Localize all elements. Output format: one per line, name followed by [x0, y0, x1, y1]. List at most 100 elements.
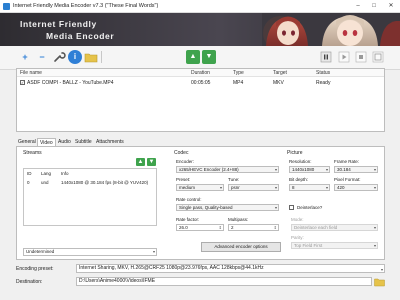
file-row-duration: 00:05:05 [191, 80, 211, 86]
title-bar: Internet Friendly Media Encoder v7.3 ("T… [0, 0, 400, 13]
chevron-down-icon: ▾ [274, 167, 277, 172]
add-file-button[interactable]: + [18, 50, 32, 64]
encoder-value: x265/HEVC Encoder (2.4+88) [179, 167, 239, 172]
streams-group-label: Streams [23, 150, 42, 156]
chevron-down-icon: ▾ [373, 185, 376, 190]
codec-group-label: Codec [174, 150, 189, 156]
rate-control-select[interactable]: Single pass, Quality-based ▾ [176, 204, 279, 211]
chevron-down-icon: ▾ [325, 185, 328, 190]
stream-row-lang[interactable]: und [41, 180, 49, 185]
column-header-type[interactable]: Type [233, 70, 244, 76]
chevron-down-icon: ▾ [152, 249, 155, 254]
destination-label: Destination: [16, 279, 43, 285]
advanced-encoder-options-button[interactable]: Advanced encoder options [201, 242, 281, 252]
parity-value: Top Field First [294, 243, 323, 248]
pixel-format-label: Pixel Format: [334, 177, 361, 182]
encoding-preset-value: Internet Sharing, MKV, H.265@CRF25 1080p… [79, 265, 264, 271]
banner-character-art [262, 13, 400, 46]
deinterlace-checkbox[interactable] [289, 205, 294, 210]
play-icon[interactable] [337, 50, 351, 64]
preset-value: medium [179, 185, 196, 190]
info-icon[interactable]: i [68, 50, 82, 64]
frame-rate-label: Frame Rate: [334, 159, 360, 164]
video-settings-panel: Streams ▲ ▼ ID Lang Info 0 und 1440x1080… [16, 146, 385, 260]
maximize-button[interactable]: □ [368, 2, 380, 11]
move-up-button[interactable]: ▲ [186, 50, 200, 64]
preset-label: Preset: [176, 177, 191, 182]
stream-language-select[interactable]: Undetermined ▾ [23, 248, 157, 256]
file-row-name[interactable]: ASDF COMPI - BALLZ - YouTube.MP4 [27, 80, 114, 86]
toolbar: + − i ▲ ▼ [0, 46, 400, 70]
pixel-format-select[interactable]: 420 ▾ [334, 184, 378, 191]
parity-select[interactable]: Top Field First ▾ [291, 242, 378, 249]
stop-icon[interactable] [354, 50, 368, 64]
multipass-label: Multipass: [228, 217, 249, 222]
banner-title-line2: Media Encoder [46, 31, 115, 41]
destination-input[interactable]: D:\Users\Anime4000\Videos\IFME [76, 277, 372, 286]
preset-select[interactable]: medium ▾ [176, 184, 224, 191]
close-button[interactable]: ✕ [385, 2, 397, 11]
folder-icon[interactable] [84, 50, 98, 64]
file-queue-list[interactable]: File name Duration Type Target Status ✓ … [16, 68, 385, 132]
deinterlace-mode-value: Deinterlace each field [294, 225, 338, 230]
encoding-preset-select[interactable]: Internet Sharing, MKV, H.265@CRF25 1080p… [76, 264, 385, 273]
encoding-preset-label: Encoding preset: [16, 266, 54, 272]
rate-factor-label: Rate factor: [176, 217, 200, 222]
resolution-select[interactable]: 1440x1080 ▾ [289, 166, 330, 173]
column-header-file-name[interactable]: File name [20, 70, 42, 76]
tune-value: psnr [231, 185, 240, 190]
frame-rate-select[interactable]: 30.184 ▾ [334, 166, 378, 173]
rate-factor-input[interactable]: 26.0 ⇕ [176, 224, 224, 231]
streams-column-lang: Lang [41, 171, 52, 176]
window-title: Internet Friendly Media Encoder v7.3 ("T… [13, 3, 159, 9]
stream-row-id[interactable]: 0 [27, 180, 30, 185]
multipass-input[interactable]: 2 ⇕ [228, 224, 279, 231]
wrench-icon[interactable] [52, 50, 66, 64]
deinterlace-label[interactable]: Deinterlace? [297, 205, 322, 210]
chevron-down-icon: ▾ [274, 185, 277, 190]
tune-select[interactable]: psnr ▾ [228, 184, 279, 191]
multipass-value: 2 [231, 225, 234, 230]
window-icon[interactable] [371, 50, 385, 64]
mode-label: Mode: [291, 217, 304, 222]
bit-depth-select[interactable]: 8 ▾ [289, 184, 330, 191]
move-down-button[interactable]: ▼ [202, 50, 216, 64]
file-row-type: MP4 [233, 80, 244, 86]
stream-move-up-button[interactable]: ▲ [136, 158, 145, 166]
chevron-down-icon: ▾ [373, 225, 376, 230]
remove-file-button[interactable]: − [35, 50, 49, 64]
banner-title-line1: Internet Friendly [20, 19, 97, 29]
spinner-icon: ⇕ [218, 225, 222, 230]
pixel-format-value: 420 [337, 185, 345, 190]
resolution-value: 1440x1080 [292, 167, 315, 172]
chevron-down-icon: ▾ [325, 167, 328, 172]
parity-label: Parity: [291, 235, 304, 240]
pause-icon[interactable] [319, 50, 333, 64]
browse-folder-icon[interactable] [374, 276, 385, 287]
deinterlace-mode-select[interactable]: Deinterlace each field ▾ [291, 224, 378, 231]
encoder-select[interactable]: x265/HEVC Encoder (2.4+88) ▾ [176, 166, 279, 173]
destination-value: D:\Users\Anime4000\Videos\IFME [79, 278, 156, 284]
chevron-down-icon: ▾ [219, 185, 222, 190]
encoder-label: Encoder: [176, 159, 195, 164]
app-banner: Internet Friendly Media Encoder [0, 13, 400, 46]
streams-list[interactable]: ID Lang Info 0 und 1440x1080 @ 30.184 fp… [23, 168, 157, 226]
chevron-down-icon: ▾ [274, 205, 277, 210]
chevron-down-icon: ▾ [373, 243, 376, 248]
bit-depth-value: 8 [292, 185, 295, 190]
column-header-target[interactable]: Target [273, 70, 287, 76]
toolbar-separator [101, 51, 102, 63]
stream-row-info[interactable]: 1440x1080 @ 30.184 fps (8-bit @ YUV420) [61, 180, 148, 185]
streams-column-id: ID [27, 171, 32, 176]
column-header-status[interactable]: Status [316, 70, 330, 76]
bit-depth-label: Bit depth: [289, 177, 309, 182]
stream-move-down-button[interactable]: ▼ [147, 158, 156, 166]
column-header-duration[interactable]: Duration [191, 70, 210, 76]
file-row-target: MKV [273, 80, 284, 86]
file-row-checkbox[interactable]: ✓ [20, 80, 25, 85]
streams-column-info: Info [61, 171, 69, 176]
minimize-button[interactable]: – [352, 2, 364, 11]
stream-language-value: Undetermined [26, 249, 55, 254]
spinner-icon: ⇕ [273, 225, 277, 230]
resolution-label: Resolution: [289, 159, 312, 164]
